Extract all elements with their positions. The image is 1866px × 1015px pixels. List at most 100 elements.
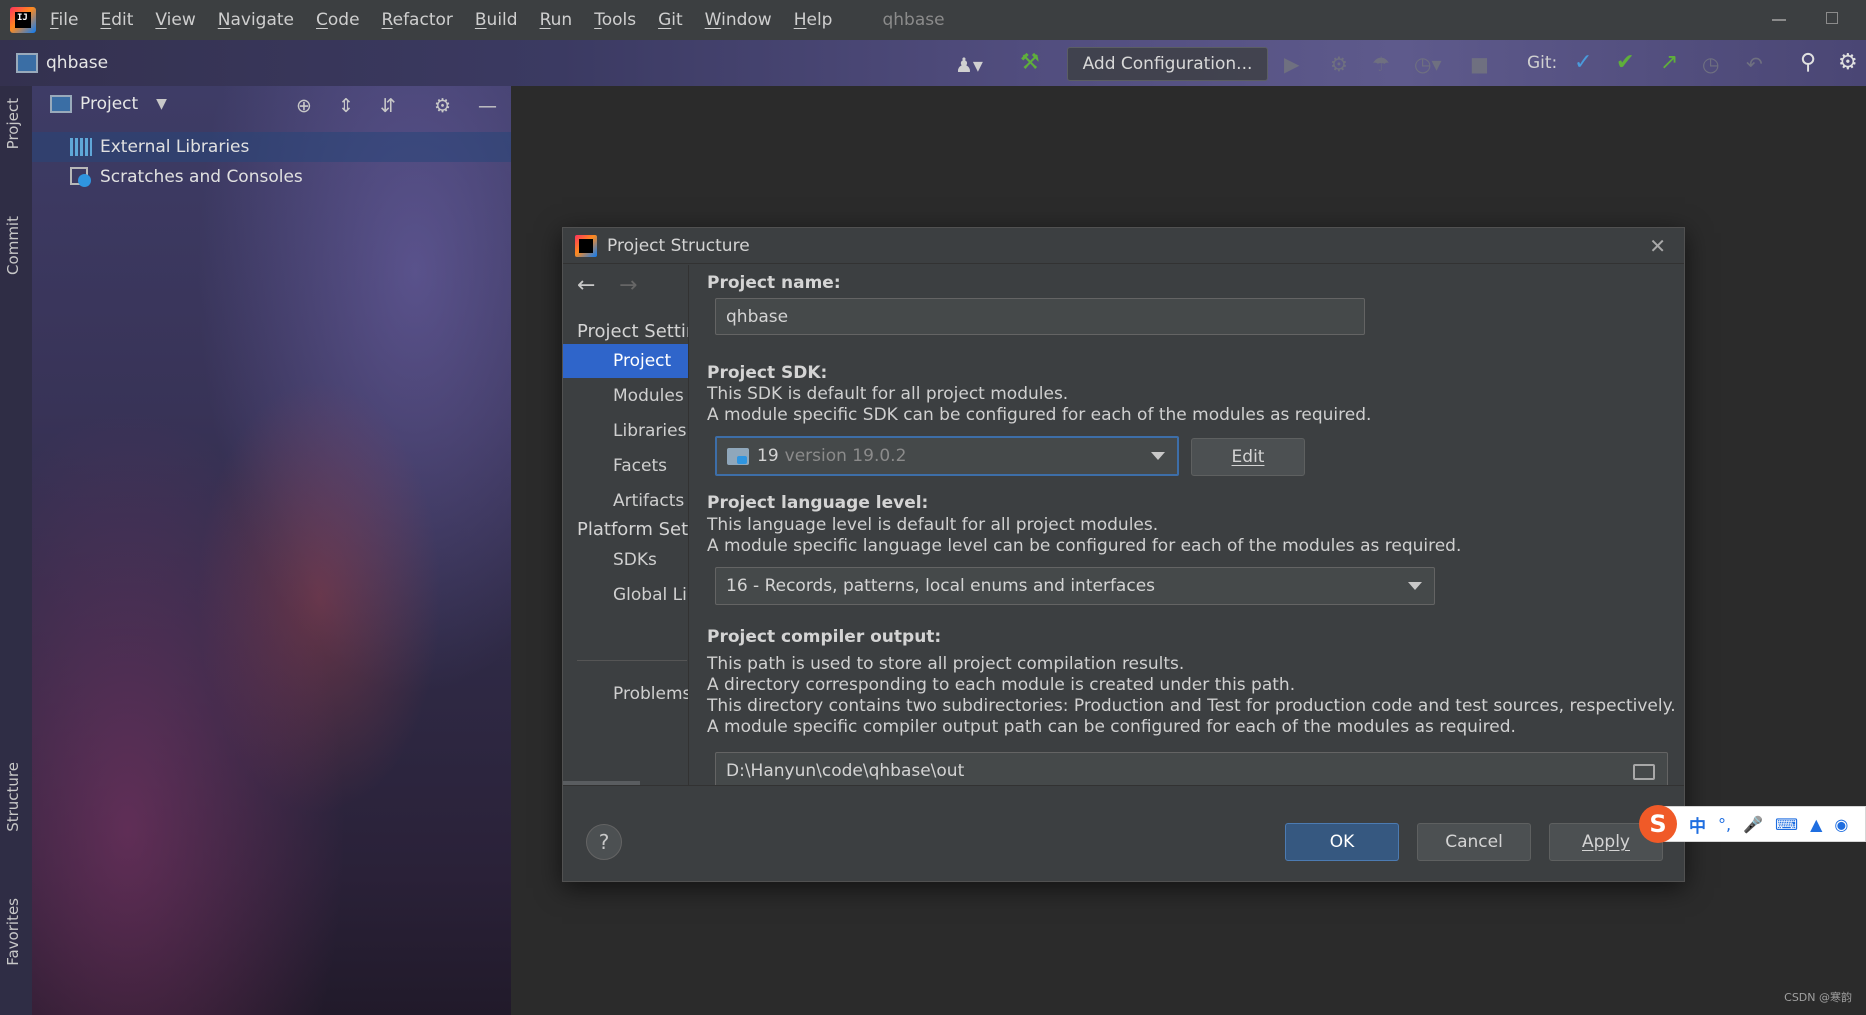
git-history-icon[interactable]: ◷ xyxy=(1702,52,1719,76)
project-view-icon xyxy=(50,95,72,113)
nav-item-global-libraries[interactable]: Global Li xyxy=(563,578,688,612)
nav-item-project[interactable]: Project xyxy=(563,344,688,378)
compiler-output-path: D:\Hanyun\code\qhbase\out xyxy=(726,761,965,781)
collapse-all-icon[interactable]: ⇵ xyxy=(380,95,396,117)
menu-file[interactable]: File xyxy=(50,10,78,30)
language-level-description-2: A module specific language level can be … xyxy=(707,536,1462,556)
tree-item-scratches[interactable]: Scratches and Consoles xyxy=(32,162,511,192)
compiler-output-description-1: This path is used to store all project c… xyxy=(707,654,1185,674)
project-structure-dialog: Project Structure ✕ ← → Project Settir P… xyxy=(562,227,1685,882)
help-button[interactable]: ? xyxy=(586,824,622,860)
nav-divider xyxy=(577,660,687,661)
browse-folder-icon[interactable] xyxy=(1633,764,1655,780)
sdk-description-1: This SDK is default for all project modu… xyxy=(707,384,1069,404)
project-panel-background xyxy=(32,86,511,1015)
menu-edit[interactable]: Edit xyxy=(100,10,133,30)
back-arrow-icon[interactable]: ← xyxy=(577,273,595,298)
coverage-icon: ☂ xyxy=(1372,52,1390,76)
ime-toolbox-icon[interactable]: ◉ xyxy=(1834,815,1848,834)
debug-icon: ⚙ xyxy=(1330,52,1348,76)
sdk-edit-button[interactable]: Edit xyxy=(1191,438,1305,476)
user-icon[interactable]: ♟▾ xyxy=(955,53,983,77)
sdk-number: 19 xyxy=(757,446,779,466)
nav-section-project-settings: Project Settir xyxy=(577,321,689,342)
compiler-output-description-2: A directory corresponding to each module… xyxy=(707,675,1296,695)
sogou-logo-icon[interactable]: S xyxy=(1639,805,1677,843)
git-rollback-icon[interactable]: ↶ xyxy=(1746,52,1763,76)
forward-arrow-icon[interactable]: → xyxy=(619,273,637,298)
toolbar-project-name[interactable]: qhbase xyxy=(46,53,108,73)
panel-gear-icon[interactable]: ⚙ xyxy=(434,95,451,117)
nav-item-problems[interactable]: Problems xyxy=(563,677,688,711)
microphone-icon[interactable]: 🎤 xyxy=(1743,815,1763,834)
compiler-output-description-3: This directory contains two subdirectori… xyxy=(707,696,1676,716)
library-icon xyxy=(70,138,92,156)
tool-tab-project[interactable]: Project xyxy=(4,98,22,149)
menu-window[interactable]: Window xyxy=(705,10,772,30)
nav-item-modules[interactable]: Modules xyxy=(563,379,688,413)
language-level-description-1: This language level is default for all p… xyxy=(707,515,1159,535)
expand-all-icon[interactable]: ⇕ xyxy=(338,95,354,117)
project-sdk-label: Project SDK: xyxy=(707,363,828,383)
minimize-icon[interactable] xyxy=(1772,19,1786,21)
chevron-down-icon xyxy=(1408,582,1422,590)
nav-item-libraries[interactable]: Libraries xyxy=(563,414,688,448)
menu-run[interactable]: Run xyxy=(540,10,573,30)
menu-view[interactable]: View xyxy=(155,10,195,30)
compiler-output-label: Project compiler output: xyxy=(707,627,942,647)
nav-item-artifacts[interactable]: Artifacts xyxy=(563,484,688,518)
git-update-icon[interactable]: ✓ xyxy=(1574,50,1592,75)
hide-panel-icon[interactable]: — xyxy=(478,95,497,117)
chevron-down-icon[interactable]: ▼ xyxy=(156,96,167,112)
locate-icon[interactable]: ⊕ xyxy=(296,95,312,117)
project-name-label: Project name: xyxy=(707,273,841,293)
project-sdk-select[interactable]: 19 version 19.0.2 xyxy=(715,436,1179,476)
menu-build[interactable]: Build xyxy=(475,10,518,30)
build-hammer-icon[interactable]: ⚒ xyxy=(1020,50,1040,75)
tool-window-strip: Project Commit Structure Favorites xyxy=(0,86,32,1015)
add-configuration-button[interactable]: Add Configuration... xyxy=(1067,47,1268,81)
intellij-logo-icon: IJ xyxy=(10,7,36,33)
language-level-label: Project language level: xyxy=(707,493,929,513)
tool-tab-favorites[interactable]: Favorites xyxy=(4,898,22,966)
ok-button[interactable]: OK xyxy=(1285,823,1399,861)
ime-punctuation-icon[interactable]: °, xyxy=(1718,815,1731,834)
search-icon[interactable]: ⚲ xyxy=(1800,50,1816,75)
menu-git[interactable]: Git xyxy=(658,10,683,30)
cancel-button[interactable]: Cancel xyxy=(1417,823,1531,861)
menu-bar: IJ File Edit View Navigate Code Refactor… xyxy=(0,0,1866,40)
settings-gear-icon[interactable]: ⚙ xyxy=(1838,50,1858,75)
sdk-version: version 19.0.2 xyxy=(784,446,907,466)
language-level-select[interactable]: 16 - Records, patterns, local enums and … xyxy=(715,567,1435,605)
ime-mode-toggle[interactable]: 中 xyxy=(1689,812,1706,837)
tree-item-label: External Libraries xyxy=(100,137,250,157)
tool-tab-commit[interactable]: Commit xyxy=(4,216,22,275)
menu-code[interactable]: Code xyxy=(316,10,360,30)
menu-refactor[interactable]: Refactor xyxy=(382,10,453,30)
project-panel-title[interactable]: Project xyxy=(80,94,138,114)
tree-item-external-libraries[interactable]: External Libraries xyxy=(32,132,511,162)
nav-item-facets[interactable]: Facets xyxy=(563,449,688,483)
run-icon: ▶ xyxy=(1284,52,1300,76)
project-name-input[interactable] xyxy=(715,298,1365,335)
tree-item-label: Scratches and Consoles xyxy=(100,167,303,187)
menu-tools[interactable]: Tools xyxy=(594,10,636,30)
dialog-titlebar: Project Structure xyxy=(563,228,1684,264)
tool-tab-structure[interactable]: Structure xyxy=(4,762,22,832)
stop-icon: ■ xyxy=(1470,52,1489,76)
ime-toolbar: S 中 °, 🎤 ⌨ ▲ ◉ xyxy=(1639,805,1866,843)
git-push-icon[interactable]: ↗ xyxy=(1660,50,1678,75)
project-panel-header: Project ▼ xyxy=(50,94,167,114)
restore-window-icon[interactable] xyxy=(1826,12,1838,24)
git-commit-icon[interactable]: ✔ xyxy=(1616,50,1634,75)
intellij-logo-icon xyxy=(575,234,597,257)
dialog-title: Project Structure xyxy=(607,235,750,256)
nav-item-sdks[interactable]: SDKs xyxy=(563,543,688,577)
keyboard-icon[interactable]: ⌨ xyxy=(1775,815,1798,834)
skin-shirt-icon[interactable]: ▲ xyxy=(1810,815,1822,834)
close-icon[interactable]: ✕ xyxy=(1649,234,1666,258)
menu-navigate[interactable]: Navigate xyxy=(218,10,294,30)
menu-help[interactable]: Help xyxy=(794,10,833,30)
language-level-value: 16 - Records, patterns, local enums and … xyxy=(726,576,1156,596)
sdk-folder-icon xyxy=(727,447,749,465)
